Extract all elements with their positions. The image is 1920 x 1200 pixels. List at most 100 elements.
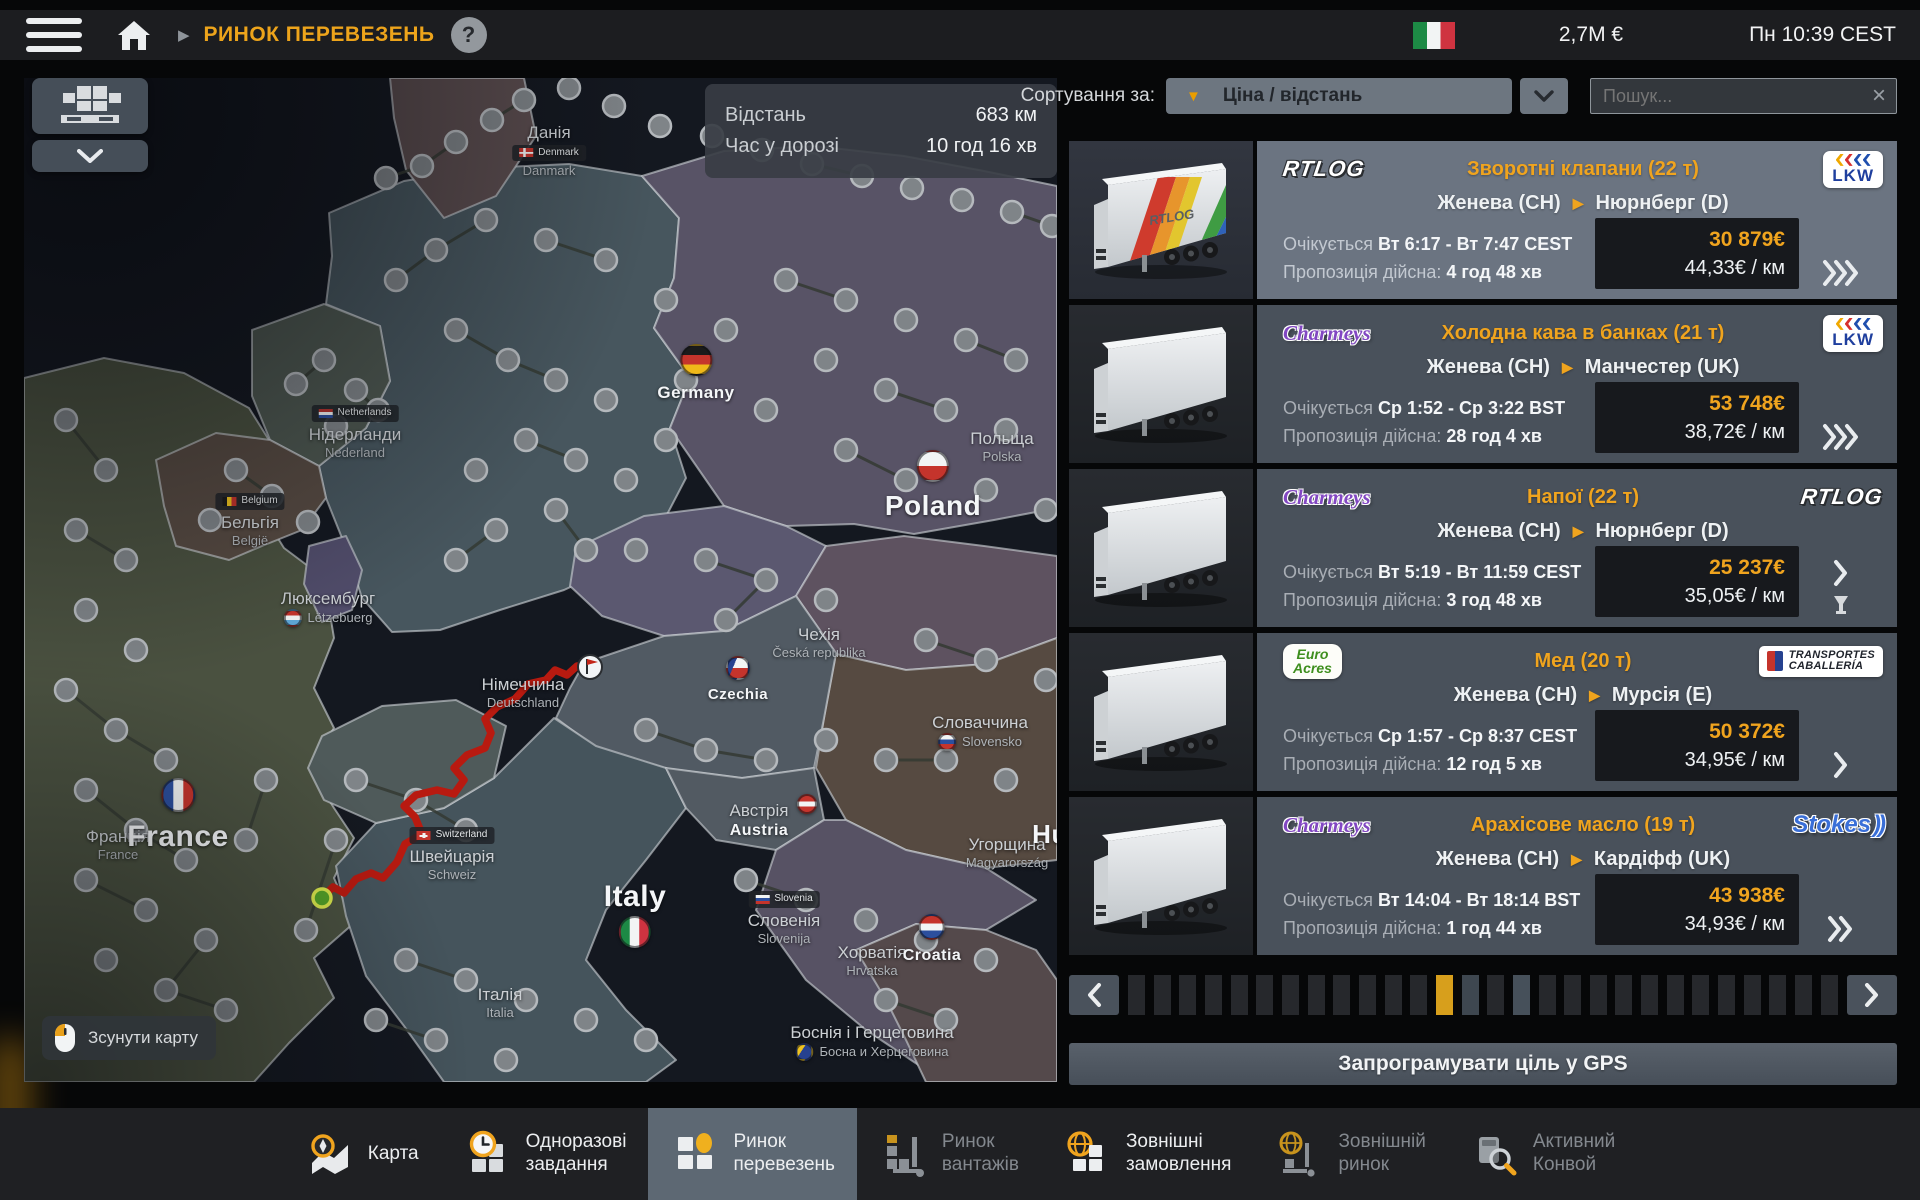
city-dot[interactable] (563, 447, 589, 473)
city-dot[interactable] (633, 717, 659, 743)
city-dot[interactable] (213, 997, 239, 1023)
city-dot[interactable] (1033, 497, 1057, 523)
page-block[interactable] (1615, 975, 1633, 1015)
city-dot[interactable] (513, 427, 539, 453)
page-block[interactable] (1230, 975, 1248, 1015)
city-dot[interactable] (283, 371, 309, 397)
set-gps-target-button[interactable]: Запрограмувати ціль у GPS (1069, 1043, 1897, 1085)
nav-item-active-convoy[interactable]: Активний Конвой (1448, 1108, 1637, 1200)
city-dot[interactable] (533, 227, 559, 253)
city-dot[interactable] (753, 567, 779, 593)
city-dot[interactable] (713, 317, 739, 343)
job-card[interactable]: Euro Acres Мед (20 т) TRANSPORTES CABALLER… (1069, 633, 1897, 791)
city-dot[interactable] (423, 1027, 449, 1053)
city-dot[interactable] (813, 347, 839, 373)
city-dot[interactable] (653, 427, 679, 453)
city-dot[interactable] (933, 397, 959, 423)
page-block[interactable] (1204, 975, 1222, 1015)
city-dot[interactable] (443, 547, 469, 573)
city-dot[interactable] (479, 107, 505, 133)
city-dot[interactable] (913, 627, 939, 653)
city-dot[interactable] (123, 817, 149, 843)
page-block[interactable] (1641, 975, 1659, 1015)
city-dot[interactable] (383, 267, 409, 293)
page-block[interactable] (1820, 975, 1838, 1015)
page-block[interactable] (1410, 975, 1428, 1015)
city-dot[interactable] (409, 153, 435, 179)
page-block[interactable] (1256, 975, 1274, 1015)
city-dot[interactable] (453, 817, 479, 843)
city-dot[interactable] (573, 1007, 599, 1033)
sort-expand-button[interactable] (1520, 78, 1568, 114)
page-block-current[interactable] (1435, 975, 1453, 1015)
job-card[interactable]: Charmeys Напої (22 т) RTLOG Женева (CH) … (1069, 469, 1897, 627)
city-dot[interactable] (1003, 347, 1029, 373)
city-dot[interactable] (973, 647, 999, 673)
city-dot[interactable] (999, 199, 1025, 225)
city-dot[interactable] (363, 1007, 389, 1033)
job-card[interactable]: RTLOG RTLOG Зворотні клапани (22 т) LKW … (1069, 141, 1897, 299)
city-dot[interactable] (53, 407, 79, 433)
sort-dropdown[interactable]: ▼ Ціна / відстань (1166, 78, 1512, 114)
help-icon[interactable]: ? (450, 17, 487, 53)
city-dot[interactable] (633, 1027, 659, 1053)
city-dot[interactable] (153, 747, 179, 773)
page-block[interactable] (1795, 975, 1813, 1015)
city-dot[interactable] (949, 187, 975, 213)
search-input[interactable] (1591, 85, 1862, 107)
city-dot[interactable] (953, 327, 979, 353)
city-dot[interactable] (453, 967, 479, 993)
city-dot[interactable] (653, 287, 679, 313)
city-dot[interactable] (543, 367, 569, 393)
city-dot[interactable] (973, 477, 999, 503)
nav-item-external-contracts[interactable]: Зовнішні замовлення (1041, 1108, 1254, 1200)
city-dot[interactable] (893, 307, 919, 333)
previous-page-button[interactable] (1069, 975, 1119, 1015)
city-dot[interactable] (1039, 213, 1057, 239)
city-dot[interactable] (593, 387, 619, 413)
city-dot[interactable] (933, 1007, 959, 1033)
city-dot[interactable] (323, 827, 349, 853)
city-dot[interactable] (933, 747, 959, 773)
page-block[interactable] (1538, 975, 1556, 1015)
city-dot[interactable] (753, 397, 779, 423)
trailer-selection-button[interactable] (32, 78, 148, 134)
city-dot[interactable] (423, 237, 449, 263)
page-block[interactable] (1461, 975, 1479, 1015)
city-dot[interactable] (733, 867, 759, 893)
nav-item-map[interactable]: Карта (283, 1108, 441, 1200)
page-block[interactable] (1384, 975, 1402, 1015)
city-dot[interactable] (511, 87, 537, 113)
city-dot[interactable] (73, 777, 99, 803)
city-dot[interactable] (123, 637, 149, 663)
page-block[interactable] (1666, 975, 1684, 1015)
city-dot[interactable] (613, 467, 639, 493)
city-dot[interactable] (311, 347, 337, 373)
city-dot[interactable] (833, 437, 859, 463)
page-block[interactable] (1333, 975, 1351, 1015)
city-dot[interactable] (223, 457, 249, 483)
city-dot[interactable] (73, 867, 99, 893)
city-dot[interactable] (253, 767, 279, 793)
page-block[interactable] (1358, 975, 1376, 1015)
city-dot[interactable] (53, 677, 79, 703)
city-dot[interactable] (259, 483, 285, 509)
city-dot[interactable] (673, 367, 699, 393)
nav-item-freight-market[interactable]: Ринок перевезень (648, 1108, 857, 1200)
city-dot[interactable] (693, 737, 719, 763)
page-block[interactable] (1281, 975, 1299, 1015)
city-dot[interactable] (73, 597, 99, 623)
city-dot[interactable] (63, 517, 89, 543)
city-dot[interactable] (443, 129, 469, 155)
city-dot[interactable] (293, 917, 319, 943)
city-dot[interactable] (103, 717, 129, 743)
page-block[interactable] (1153, 975, 1171, 1015)
city-dot[interactable] (873, 377, 899, 403)
city-dot[interactable] (483, 517, 509, 543)
city-dot[interactable] (343, 377, 369, 403)
city-dot[interactable] (873, 987, 899, 1013)
city-dot[interactable] (623, 537, 649, 563)
map-panel[interactable]: Данія Denmark Danmark Netherlands Нідерланди… (24, 78, 1057, 1082)
menu-icon[interactable] (26, 18, 82, 52)
next-page-button[interactable] (1847, 975, 1897, 1015)
